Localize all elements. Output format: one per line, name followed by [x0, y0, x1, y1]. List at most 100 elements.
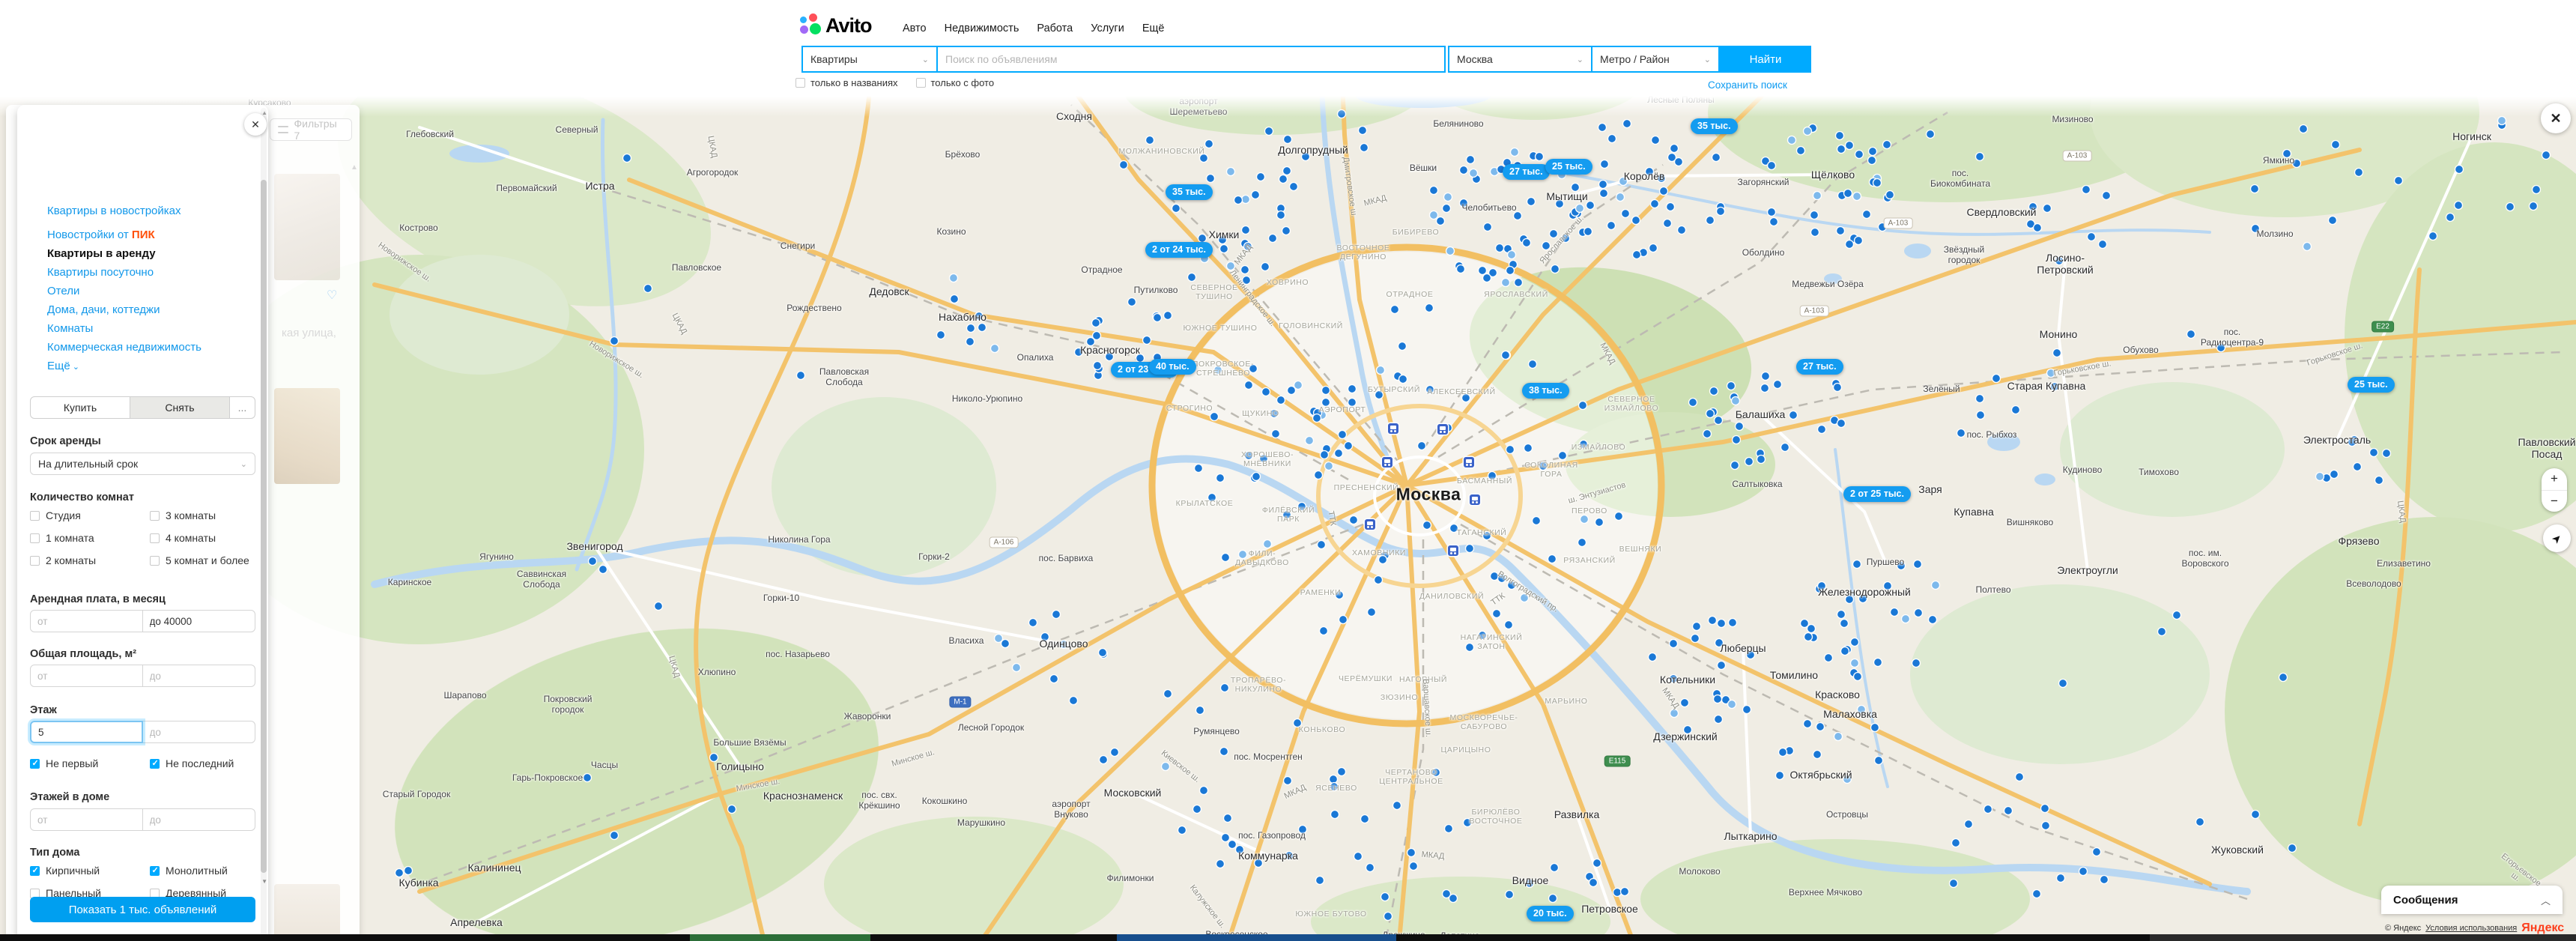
- listing-dot[interactable]: [1992, 375, 2001, 383]
- listing-dot[interactable]: [1222, 554, 1230, 562]
- listing-dot[interactable]: [1873, 179, 1882, 187]
- listing-dot[interactable]: [1539, 462, 1548, 470]
- listing-dot[interactable]: [1550, 230, 1558, 238]
- listing-dot[interactable]: [967, 324, 975, 333]
- listing-dot[interactable]: [1070, 697, 1078, 705]
- listing-dot[interactable]: [1811, 229, 1819, 237]
- listing-dot[interactable]: [1457, 265, 1465, 273]
- listing-photo[interactable]: [274, 884, 340, 941]
- listing-dot[interactable]: [1106, 353, 1114, 361]
- listing-dot[interactable]: [1715, 715, 1723, 724]
- listing-dot[interactable]: [1536, 153, 1544, 161]
- listing-dot[interactable]: [1957, 429, 1966, 438]
- listing-dot[interactable]: [2375, 476, 2383, 485]
- listing-dot[interactable]: [1976, 153, 1984, 161]
- search-metro-select[interactable]: Метро / Район ⌄: [1592, 46, 1720, 73]
- listing-dot[interactable]: [1318, 541, 1326, 549]
- only-titles-option[interactable]: только в названиях: [795, 77, 898, 88]
- listing-dot[interactable]: [1252, 191, 1260, 199]
- listing-dot[interactable]: [1854, 673, 1862, 681]
- listing-dot[interactable]: [1709, 617, 1717, 625]
- listing-dot[interactable]: [1834, 733, 1843, 741]
- listing-dot[interactable]: [1339, 616, 1348, 624]
- listing-dot[interactable]: [1855, 237, 1863, 245]
- listing-dot[interactable]: [1527, 198, 1536, 206]
- listing-dot[interactable]: [1595, 518, 1604, 527]
- listing-dot[interactable]: [1836, 132, 1844, 140]
- price-cluster-badge[interactable]: 20 тыс.: [1527, 906, 1574, 922]
- listing-dot[interactable]: [1600, 190, 1608, 198]
- listing-dot[interactable]: [1172, 205, 1181, 213]
- listing-dot[interactable]: [1381, 893, 1389, 901]
- listing-dot[interactable]: [1001, 640, 1010, 648]
- listing-dot[interactable]: [1449, 895, 1458, 903]
- listing-dot[interactable]: [1651, 200, 1659, 208]
- railway-station-icon[interactable]: [1464, 457, 1474, 468]
- listing-dot[interactable]: [1883, 141, 1891, 149]
- listing-dot[interactable]: [1391, 306, 1399, 314]
- listing-dot[interactable]: [1178, 826, 1187, 835]
- listing-dot[interactable]: [950, 274, 958, 282]
- listing-dot[interactable]: [644, 285, 652, 293]
- listing-dot[interactable]: [1965, 820, 1973, 829]
- floor-to-input[interactable]: [143, 721, 256, 743]
- listing-dot[interactable]: [1608, 135, 1616, 143]
- listing-dot[interactable]: [1633, 251, 1641, 259]
- messages-panel[interactable]: Сообщения ︿: [2381, 886, 2563, 914]
- only-photo-option[interactable]: только с фото: [916, 77, 995, 88]
- listing-dot[interactable]: [2279, 674, 2288, 682]
- listing-dot[interactable]: [2187, 330, 2195, 339]
- listing-dot[interactable]: [1195, 465, 1203, 473]
- listing-dot[interactable]: [584, 774, 592, 782]
- listing-dot[interactable]: [1298, 503, 1306, 511]
- deal-option-0[interactable]: Купить: [31, 397, 130, 418]
- listing-dot[interactable]: [1706, 410, 1715, 418]
- listing-dot[interactable]: [1728, 701, 1736, 709]
- listing-dot[interactable]: [2455, 202, 2463, 210]
- listing-dot[interactable]: [404, 867, 413, 875]
- room-option[interactable]: 4 комнаты: [150, 532, 216, 544]
- listing-dot[interactable]: [1715, 639, 1724, 647]
- listing-dot[interactable]: [1774, 381, 1782, 389]
- listing-dot[interactable]: [1410, 862, 1418, 871]
- listing-dot[interactable]: [1549, 895, 1557, 903]
- listing-dot[interactable]: [1430, 211, 1438, 220]
- listing-dot[interactable]: [1339, 431, 1347, 439]
- listing-dot[interactable]: [1241, 266, 1249, 274]
- filters-button[interactable]: Фильтры 7: [270, 118, 352, 141]
- listing-dot[interactable]: [1706, 217, 1715, 225]
- listing-dot[interactable]: [1377, 366, 1385, 375]
- railway-station-icon[interactable]: [1365, 519, 1375, 530]
- listing-dot[interactable]: [975, 312, 984, 321]
- floor-from-input[interactable]: [30, 721, 143, 743]
- listing-dot[interactable]: [1502, 279, 1510, 287]
- listing-dot[interactable]: [1432, 769, 1440, 777]
- listing-dot[interactable]: [1284, 777, 1292, 785]
- listing-dot[interactable]: [1224, 814, 1232, 823]
- listing-dot[interactable]: [1257, 173, 1265, 181]
- listing-dot[interactable]: [1216, 474, 1225, 482]
- room-option-checkbox[interactable]: [150, 511, 160, 521]
- listing-dot[interactable]: [1270, 410, 1279, 418]
- listing-dot[interactable]: [1837, 145, 1846, 154]
- listing-dot[interactable]: [1789, 411, 1798, 420]
- listing-dot[interactable]: [1506, 267, 1515, 275]
- listing-dot[interactable]: [1616, 193, 1625, 202]
- listing-dot[interactable]: [1523, 239, 1531, 247]
- listing-dot[interactable]: [2173, 611, 2181, 620]
- listing-dot[interactable]: [1678, 226, 1686, 235]
- listing-dot[interactable]: [1228, 841, 1237, 849]
- listing-dot[interactable]: [1283, 167, 1291, 175]
- listing-dot[interactable]: [2088, 233, 2096, 241]
- house-type-option[interactable]: Монолитный: [150, 865, 228, 877]
- listing-dot[interactable]: [1511, 148, 1519, 157]
- listing-dot[interactable]: [1762, 372, 1770, 381]
- listing-dot[interactable]: [1060, 641, 1068, 649]
- listing-dot[interactable]: [1779, 748, 1787, 757]
- listing-dot[interactable]: [1729, 619, 1737, 627]
- listing-dot[interactable]: [1234, 196, 1243, 205]
- listing-dot[interactable]: [1136, 354, 1145, 363]
- listing-dot[interactable]: [1029, 619, 1037, 627]
- listing-dot[interactable]: [1407, 849, 1416, 857]
- listing-dot[interactable]: [1984, 805, 1992, 814]
